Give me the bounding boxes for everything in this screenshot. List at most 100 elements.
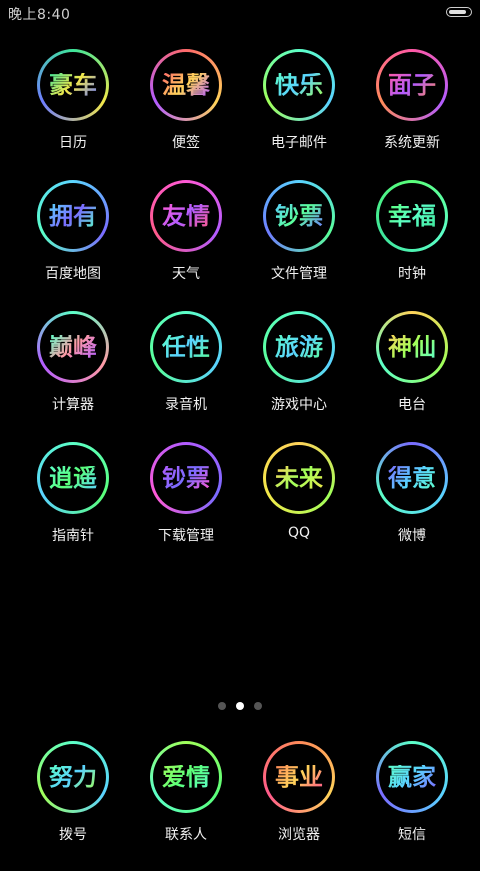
- app-icon-face: 幸福: [379, 183, 445, 249]
- app-icon-text: 面子: [388, 71, 436, 99]
- app-label: 时钟: [398, 266, 426, 282]
- app-apps-1[interactable]: 温馨 便签: [126, 49, 246, 179]
- app-dock-1[interactable]: 爱情 联系人: [126, 741, 246, 871]
- app-label: 下载管理: [158, 528, 214, 544]
- app-icon-text: 豪车: [49, 71, 97, 99]
- page-dot-2[interactable]: [254, 702, 262, 710]
- app-apps-14[interactable]: 未来 QQ: [239, 442, 359, 572]
- app-icon[interactable]: 钞票: [263, 180, 335, 252]
- app-apps-12[interactable]: 逍遥 指南针: [13, 442, 133, 572]
- app-icon[interactable]: 得意: [376, 442, 448, 514]
- app-label: 拨号: [59, 827, 87, 843]
- app-icon-text: 友情: [162, 202, 210, 230]
- app-dock-3[interactable]: 赢家 短信: [352, 741, 472, 871]
- page-indicator: [0, 702, 480, 710]
- app-label: 天气: [172, 266, 200, 282]
- app-icon-face: 旅游: [266, 314, 332, 380]
- app-apps-2[interactable]: 快乐 电子邮件: [239, 49, 359, 179]
- app-icon-face: 爱情: [153, 744, 219, 810]
- app-icon[interactable]: 赢家: [376, 741, 448, 813]
- app-icon[interactable]: 神仙: [376, 311, 448, 383]
- app-icon[interactable]: 任性: [150, 311, 222, 383]
- app-label: 录音机: [165, 397, 207, 413]
- app-icon-text: 任性: [162, 333, 210, 361]
- app-icon-text: 神仙: [388, 333, 436, 361]
- status-bar: 晚上8:40: [0, 0, 480, 28]
- app-label: 系统更新: [384, 135, 440, 151]
- app-icon[interactable]: 旅游: [263, 311, 335, 383]
- app-icon[interactable]: 快乐: [263, 49, 335, 121]
- app-apps-3[interactable]: 面子 系统更新: [352, 49, 472, 179]
- app-label: 短信: [398, 827, 426, 843]
- app-apps-6[interactable]: 钞票 文件管理: [239, 180, 359, 310]
- app-icon[interactable]: 爱情: [150, 741, 222, 813]
- app-icon-face: 巅峰: [40, 314, 106, 380]
- app-icon-text: 温馨: [162, 71, 210, 99]
- app-dock-2[interactable]: 事业 浏览器: [239, 741, 359, 871]
- app-apps-11[interactable]: 神仙 电台: [352, 311, 472, 441]
- app-icon-text: 事业: [275, 763, 323, 791]
- app-icon-text: 爱情: [162, 763, 210, 791]
- app-apps-13[interactable]: 钞票 下载管理: [126, 442, 246, 572]
- app-label: 日历: [59, 135, 87, 151]
- app-icon[interactable]: 温馨: [150, 49, 222, 121]
- battery-icon: [446, 7, 472, 17]
- app-icon-text: 钞票: [162, 464, 210, 492]
- app-icon-face: 赢家: [379, 744, 445, 810]
- app-icon-face: 温馨: [153, 52, 219, 118]
- app-icon-text: 巅峰: [49, 333, 97, 361]
- app-dock-0[interactable]: 努力 拨号: [13, 741, 133, 871]
- app-icon[interactable]: 未来: [263, 442, 335, 514]
- app-icon-face: 拥有: [40, 183, 106, 249]
- app-icon-face: 钞票: [153, 445, 219, 511]
- app-label: 电台: [398, 397, 426, 413]
- app-icon[interactable]: 事业: [263, 741, 335, 813]
- app-apps-5[interactable]: 友情 天气: [126, 180, 246, 310]
- app-icon[interactable]: 逍遥: [37, 442, 109, 514]
- app-icon-face: 努力: [40, 744, 106, 810]
- status-time: 晚上8:40: [8, 7, 71, 23]
- app-icon[interactable]: 拥有: [37, 180, 109, 252]
- app-icon-face: 豪车: [40, 52, 106, 118]
- app-apps-4[interactable]: 拥有 百度地图: [13, 180, 133, 310]
- app-label: 指南针: [52, 528, 94, 544]
- app-apps-9[interactable]: 任性 录音机: [126, 311, 246, 441]
- app-icon-text: 赢家: [388, 763, 436, 791]
- app-icon[interactable]: 面子: [376, 49, 448, 121]
- app-icon[interactable]: 幸福: [376, 180, 448, 252]
- app-label: 浏览器: [278, 827, 320, 843]
- app-icon[interactable]: 努力: [37, 741, 109, 813]
- app-icon-text: 幸福: [388, 202, 436, 230]
- app-icon-face: 钞票: [266, 183, 332, 249]
- app-icon-face: 未来: [266, 445, 332, 511]
- app-label: 文件管理: [271, 266, 327, 282]
- app-icon[interactable]: 巅峰: [37, 311, 109, 383]
- app-apps-15[interactable]: 得意 微博: [352, 442, 472, 572]
- app-icon-text: 旅游: [275, 333, 323, 361]
- app-apps-10[interactable]: 旅游 游戏中心: [239, 311, 359, 441]
- app-icon[interactable]: 钞票: [150, 442, 222, 514]
- app-icon-text: 拥有: [49, 202, 97, 230]
- app-icon-face: 事业: [266, 744, 332, 810]
- page-dot-1[interactable]: [236, 702, 244, 710]
- app-icon-text: 钞票: [275, 202, 323, 230]
- app-icon[interactable]: 友情: [150, 180, 222, 252]
- app-icon-face: 逍遥: [40, 445, 106, 511]
- app-apps-8[interactable]: 巅峰 计算器: [13, 311, 133, 441]
- app-icon-text: 未来: [275, 464, 323, 492]
- app-icon-text: 快乐: [275, 71, 323, 99]
- app-icon[interactable]: 豪车: [37, 49, 109, 121]
- app-icon-face: 友情: [153, 183, 219, 249]
- app-icon-face: 任性: [153, 314, 219, 380]
- app-icon-text: 得意: [388, 464, 436, 492]
- app-label: 联系人: [165, 827, 207, 843]
- app-apps-7[interactable]: 幸福 时钟: [352, 180, 472, 310]
- page-dot-0[interactable]: [218, 702, 226, 710]
- app-apps-0[interactable]: 豪车 日历: [13, 49, 133, 179]
- app-label: 百度地图: [45, 266, 101, 282]
- app-label: 计算器: [52, 397, 94, 413]
- app-label: QQ: [287, 525, 311, 541]
- app-label: 便签: [172, 135, 200, 151]
- app-icon-face: 快乐: [266, 52, 332, 118]
- app-label: 电子邮件: [271, 135, 327, 151]
